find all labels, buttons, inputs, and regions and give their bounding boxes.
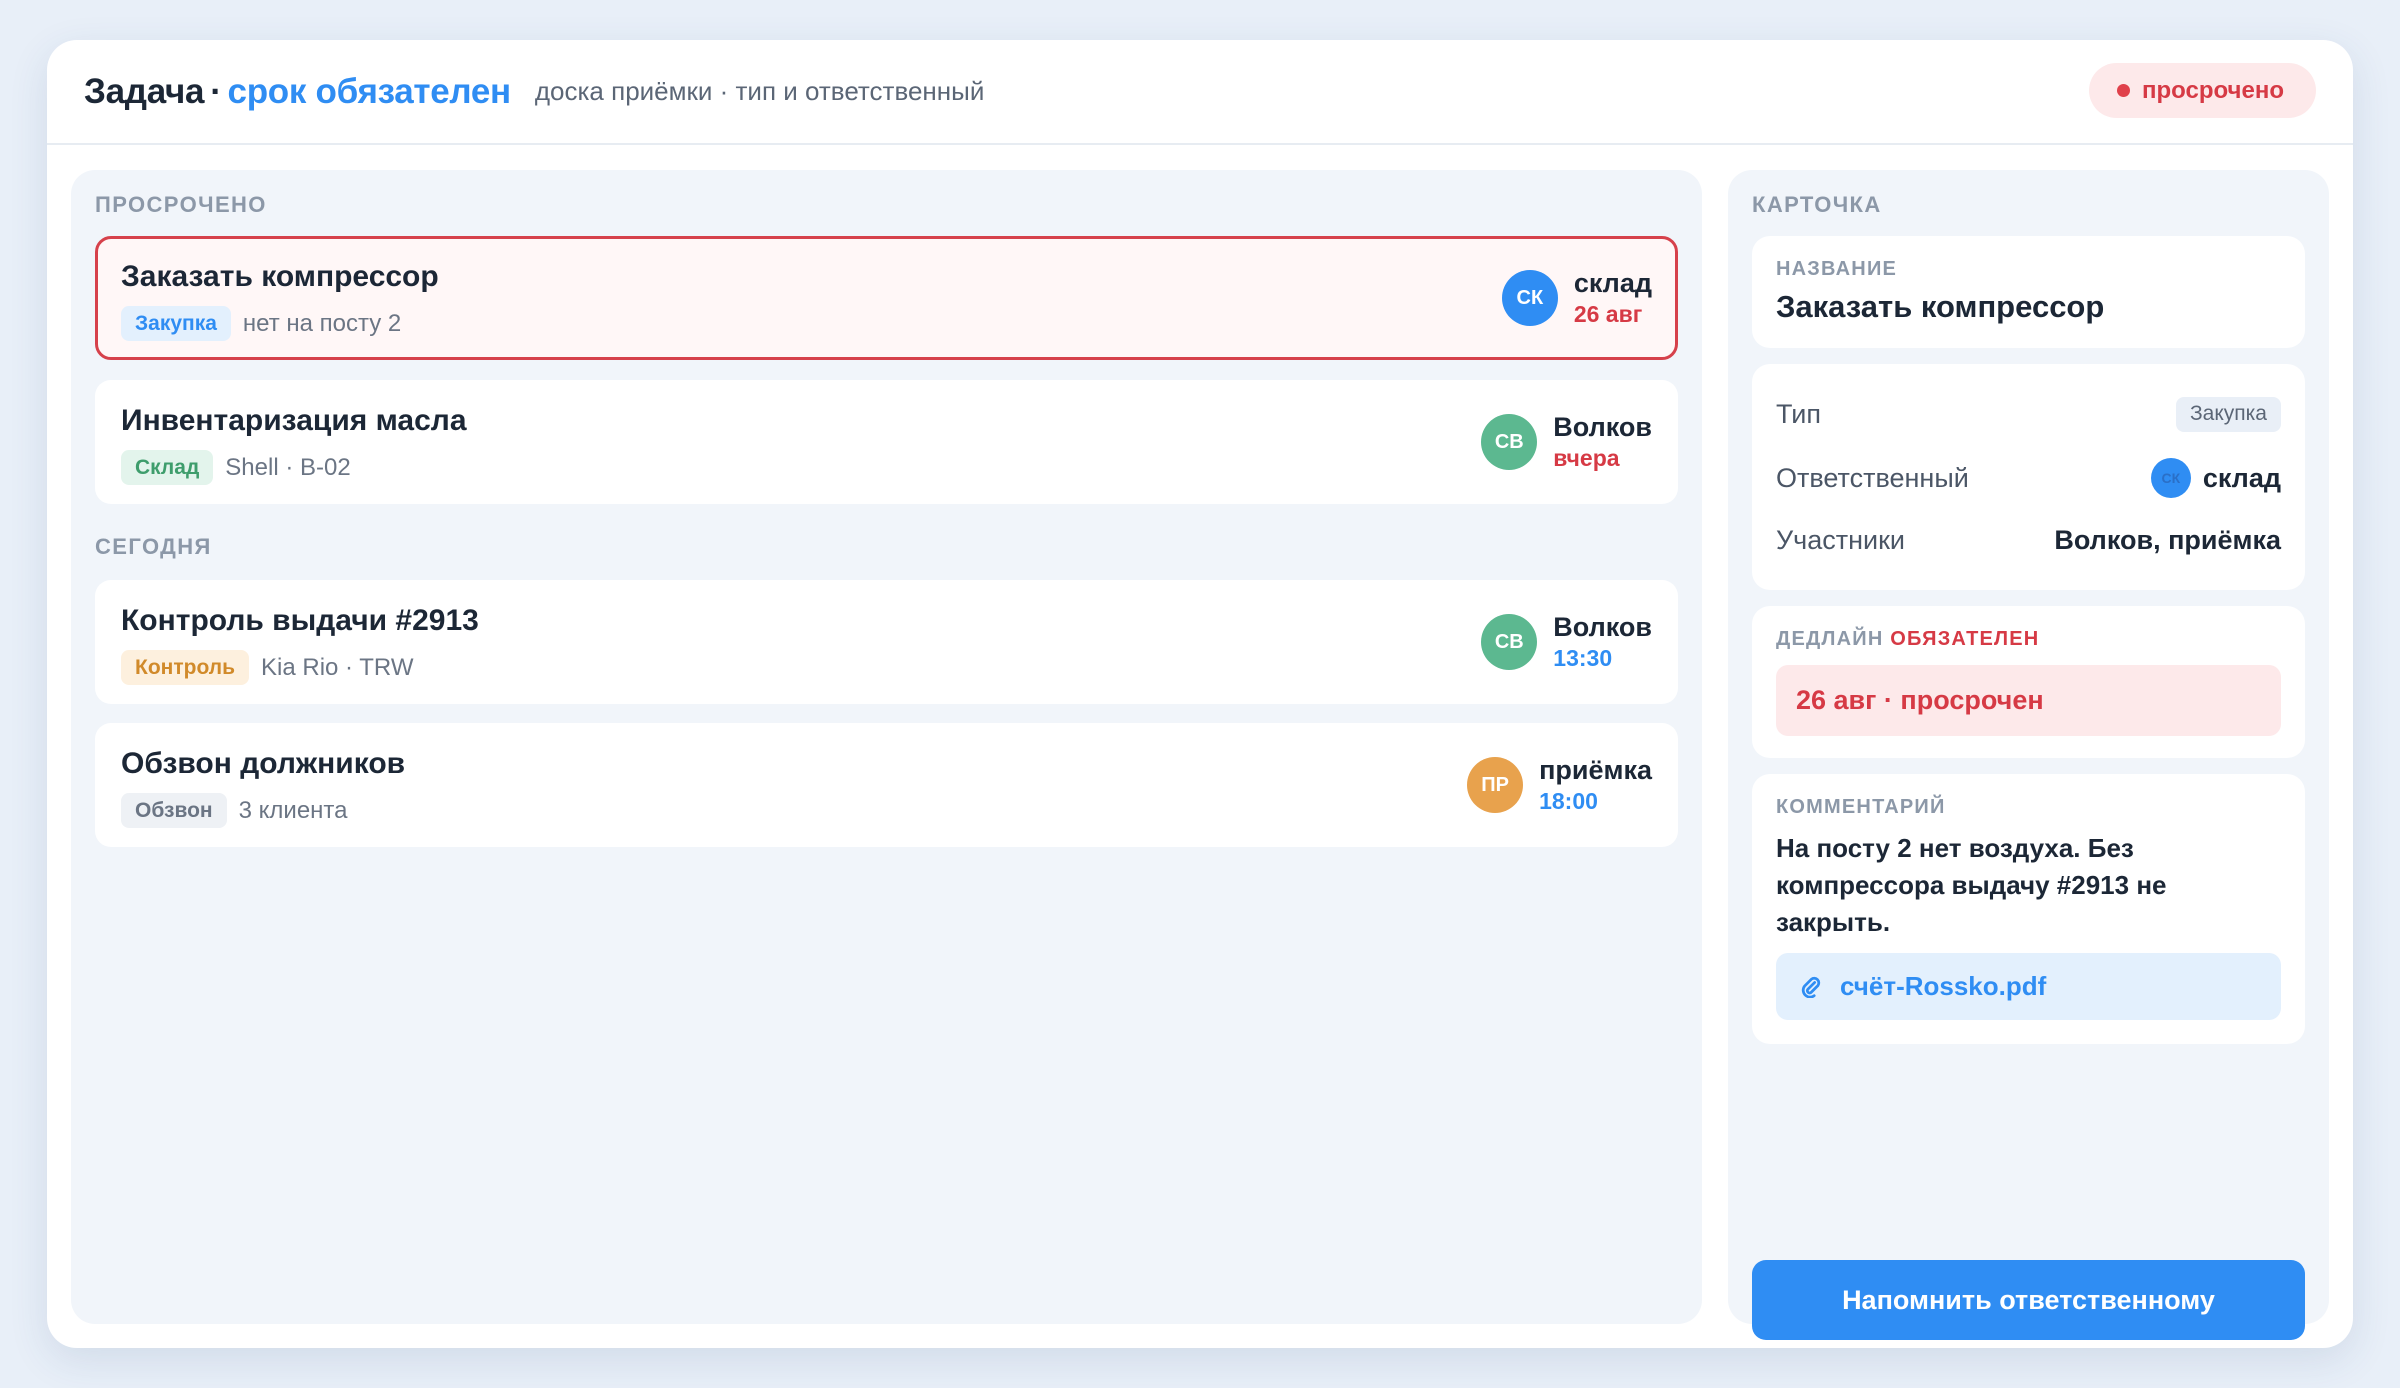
task-tag: Закупка xyxy=(121,306,231,341)
deadline-label: ДЕДЛАЙН xyxy=(1776,628,1884,650)
status-dot-icon xyxy=(2116,84,2130,97)
title-separator: · xyxy=(210,71,222,111)
comment-text: На посту 2 нет воздуха. Без компрессора … xyxy=(1776,833,2167,937)
owner-row: Ответственный СК склад xyxy=(1776,456,2281,500)
assignee-block: Волков 13:30 xyxy=(1553,612,1652,672)
section-label-today: СЕГОДНЯ xyxy=(95,534,212,559)
assignee-block: склад 26 авг xyxy=(1574,268,1652,328)
title-main: Задача xyxy=(84,71,205,111)
task-card-compressor[interactable]: Заказать компрессор Закупка нет на посту… xyxy=(95,236,1678,360)
task-card-debtor-calls[interactable]: Обзвон должников Обзвон 3 клиента ПР при… xyxy=(95,723,1678,847)
attachment-link[interactable]: счёт-Rossko.pdf xyxy=(1776,953,2281,1020)
task-meta-text: 3 клиента xyxy=(238,796,348,824)
task-meta: Контроль Kia Rio · TRW xyxy=(121,650,413,685)
section-label-overdue: ПРОСРОЧЕНО xyxy=(95,192,267,217)
task-tag: Склад xyxy=(121,450,214,485)
task-assignee: ПР приёмка 18:00 xyxy=(1467,723,1652,847)
status-label: просрочено xyxy=(2141,76,2284,104)
page-title: Задача · срок обязателен xyxy=(84,72,511,112)
assignee-block: Волков вчера xyxy=(1553,412,1652,472)
app-window: Задача · срок обязателен доска приёмки · т… xyxy=(47,40,2353,1348)
owner-value[interactable]: СК склад xyxy=(2150,458,2281,498)
deadline-required-flag: ОБЯЗАТЕЛЕН xyxy=(1890,628,2040,650)
task-assignee: СК склад 26 авг xyxy=(1501,239,1652,357)
owner-name: склад xyxy=(2202,462,2281,493)
task-meta-text: нет на посту 2 xyxy=(242,309,402,337)
task-title: Контроль выдачи #2913 xyxy=(121,604,479,637)
avatar: ПР xyxy=(1467,757,1524,813)
task-meta: Склад Shell · B-02 xyxy=(121,450,351,485)
name-label: НАЗВАНИЕ xyxy=(1776,258,1898,280)
name-card: НАЗВАНИЕ Заказать компрессор xyxy=(1752,236,2305,348)
assignee-block: приёмка 18:00 xyxy=(1539,755,1652,815)
assignee-name: Волков xyxy=(1553,612,1652,642)
task-meta: Закупка нет на посту 2 xyxy=(121,306,401,341)
avatar: СК xyxy=(2150,458,2191,498)
page-subtitle: доска приёмки · тип и ответственный xyxy=(534,76,985,106)
status-badge: просрочено xyxy=(2088,63,2316,118)
deadline-card: ДЕДЛАЙН ОБЯЗАТЕЛЕН 26 авг · просрочен xyxy=(1752,606,2305,758)
deadline-value[interactable]: 26 авг · просрочен xyxy=(1776,665,2281,736)
task-title: Заказать компрессор xyxy=(121,260,439,293)
remind-owner-button[interactable]: Напомнить ответственному xyxy=(1752,1260,2305,1340)
task-tag: Контроль xyxy=(121,650,249,685)
avatar: СК xyxy=(1501,270,1558,326)
task-name: Заказать компрессор xyxy=(1776,289,2105,324)
comment-label: КОММЕНТАРИЙ xyxy=(1776,796,1946,818)
task-meta-text: Shell · B-02 xyxy=(225,453,351,481)
task-tag: Обзвон xyxy=(121,793,227,828)
attachment-name: счёт-Rossko.pdf xyxy=(1840,971,2047,1001)
header: Задача · срок обязателен доска приёмки · т… xyxy=(47,40,2353,145)
task-due-date: вчера xyxy=(1553,445,1620,471)
panel-label: КАРТОЧКА xyxy=(1752,192,1882,217)
task-title: Инвентаризация масла xyxy=(121,404,467,437)
task-board: ПРОСРОЧЕНО Заказать компрессор Закупка н… xyxy=(71,170,1702,1324)
participants-value[interactable]: Волков, приёмка xyxy=(2054,525,2281,556)
task-meta: Обзвон 3 клиента xyxy=(121,793,348,828)
task-due-date: 26 авг xyxy=(1573,301,1643,327)
assignee-name: склад xyxy=(1573,268,1652,298)
paperclip-icon xyxy=(1800,976,1822,998)
type-tag[interactable]: Закупка xyxy=(2176,396,2281,432)
task-assignee: СВ Волков 13:30 xyxy=(1481,580,1652,704)
assignee-name: Волков xyxy=(1553,412,1652,442)
title-accent: срок обязателен xyxy=(227,71,512,111)
participants-label: Участники xyxy=(1776,524,1905,555)
task-card-issue-control[interactable]: Контроль выдачи #2913 Контроль Kia Rio ·… xyxy=(95,580,1678,704)
avatar: СВ xyxy=(1481,414,1538,470)
properties-card: Тип Закупка Ответственный СК склад Участ… xyxy=(1752,364,2305,590)
task-title: Обзвон должников xyxy=(121,747,406,780)
type-label: Тип xyxy=(1776,398,1822,429)
comment-card: КОММЕНТАРИЙ На посту 2 нет воздуха. Без … xyxy=(1752,774,2305,1044)
task-due-date: 18:00 xyxy=(1539,788,1598,814)
task-meta-text: Kia Rio · TRW xyxy=(261,653,414,681)
task-assignee: СВ Волков вчера xyxy=(1481,380,1652,504)
owner-label: Ответственный xyxy=(1776,462,1969,493)
assignee-name: приёмка xyxy=(1539,755,1652,785)
participants-row: Участники Волков, приёмка xyxy=(1776,520,2281,560)
deadline-label-row: ДЕДЛАЙН ОБЯЗАТЕЛЕН xyxy=(1776,628,2039,651)
task-due-date: 13:30 xyxy=(1553,645,1613,671)
task-detail-panel: КАРТОЧКА НАЗВАНИЕ Заказать компрессор Ти… xyxy=(1728,170,2329,1340)
type-row: Тип Закупка xyxy=(1776,394,2281,434)
task-card-oil-inventory[interactable]: Инвентаризация масла Склад Shell · B-02 … xyxy=(95,380,1678,504)
avatar: СВ xyxy=(1481,614,1538,670)
